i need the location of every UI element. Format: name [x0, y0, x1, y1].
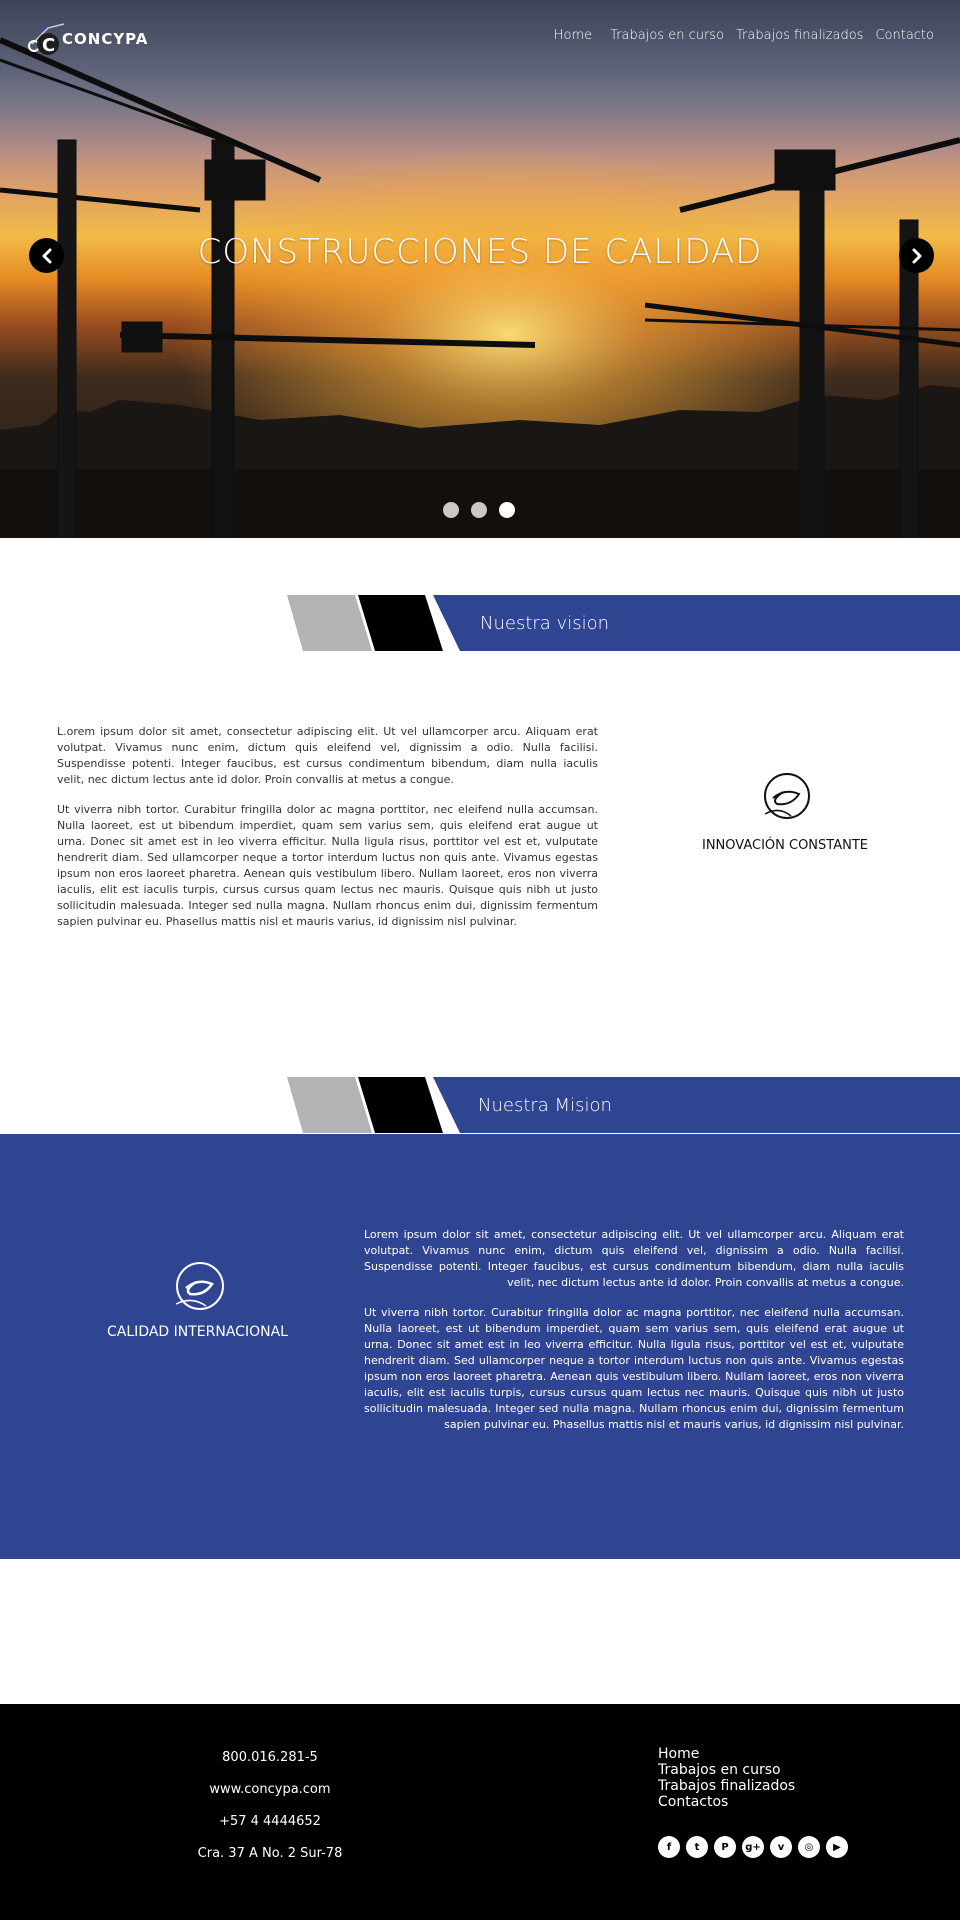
main-nav: Home Trabajos en curso Trabajos finaliza… [554, 28, 934, 43]
footer-phone: +57 4 4444652 [219, 1814, 321, 1829]
footer-contact: 800.016.281-5 www.concypa.com +57 4 4444… [170, 1742, 370, 1870]
youtube-icon[interactable]: ▶ [826, 1836, 848, 1858]
brand-name: CONCYPA [62, 30, 149, 48]
footer-link-contactos[interactable]: Contactos [658, 1794, 795, 1810]
slider-dot-3[interactable] [499, 502, 515, 518]
mission-caption: CALIDAD INTERNACIONAL [107, 1324, 288, 1340]
slider-prev-button[interactable] [29, 238, 64, 273]
nav-trabajos-en-curso[interactable]: Trabajos en curso [610, 28, 724, 43]
mission-banner: Nuestra Mision [0, 1077, 960, 1135]
mission-feature: CALIDAD INTERNACIONAL [100, 1258, 295, 1340]
footer-nav: Home Trabajos en curso Trabajos finaliza… [658, 1746, 795, 1810]
footer-link-home[interactable]: Home [658, 1746, 795, 1762]
mission-paragraph-2: Ut viverra nibh tortor. Curabitur fringi… [364, 1306, 904, 1431]
vision-banner: Nuestra vision [0, 595, 960, 653]
chevron-left-icon [42, 248, 51, 263]
instagram-icon[interactable]: ◎ [798, 1836, 820, 1858]
footer-nit: 800.016.281-5 [222, 1750, 318, 1765]
hero-slider: C CONCYPA Home Trabajos en curso Trabajo… [0, 0, 960, 538]
nav-home[interactable]: Home [554, 28, 592, 43]
nav-contacto[interactable]: Contacto [875, 28, 934, 43]
quality-emblem-icon [175, 1262, 224, 1310]
footer-link-trabajos-finalizados[interactable]: Trabajos finalizados [658, 1778, 795, 1794]
svg-text:C: C [42, 35, 55, 56]
slider-dot-1[interactable] [443, 502, 459, 518]
footer-website-link[interactable]: www.concypa.com [170, 1774, 370, 1806]
mission-text: Lorem ipsum dolor sit amet, consectetur … [364, 1227, 904, 1433]
mission-title: Nuestra Mision [478, 1094, 612, 1116]
chevron-right-icon [912, 248, 921, 263]
footer: 800.016.281-5 www.concypa.com +57 4 4444… [0, 1704, 960, 1920]
vision-caption: INNOVACIÓN CONSTANTE [701, 838, 868, 853]
vision-paragraph-1: L.orem ipsum dolor sit amet, consectetur… [57, 725, 598, 786]
brand-logo[interactable]: C CONCYPA [26, 22, 148, 56]
mission-paragraph-1: Lorem ipsum dolor sit amet, consectetur … [364, 1228, 904, 1289]
social-links: f t P g+ v ◎ ▶ [658, 1836, 848, 1858]
vision-title: Nuestra vision [480, 612, 609, 634]
twitter-icon[interactable]: t [686, 1836, 708, 1858]
facebook-icon[interactable]: f [658, 1836, 680, 1858]
google-plus-icon[interactable]: g+ [742, 1836, 764, 1858]
slider-next-button[interactable] [899, 238, 934, 273]
vimeo-icon[interactable]: v [770, 1836, 792, 1858]
slider-dot-2[interactable] [471, 502, 487, 518]
footer-link-trabajos-en-curso[interactable]: Trabajos en curso [658, 1762, 795, 1778]
footer-address: Cra. 37 A No. 2 Sur-78 [197, 1846, 343, 1861]
vision-feature: INNOVACIÓN CONSTANTE [700, 770, 870, 853]
nav-trabajos-finalizados[interactable]: Trabajos finalizados [736, 28, 863, 43]
logo-mark-icon: C [26, 22, 65, 56]
hero-title: CONSTRUCCIONES DE CALIDAD [197, 232, 763, 272]
slider-dots [443, 502, 515, 518]
innovation-emblem-icon [764, 773, 810, 819]
pinterest-icon[interactable]: P [714, 1836, 736, 1858]
vision-paragraph-2: Ut viverra nibh tortor. Curabitur fringi… [57, 803, 598, 928]
vision-text: L.orem ipsum dolor sit amet, consectetur… [57, 724, 598, 930]
